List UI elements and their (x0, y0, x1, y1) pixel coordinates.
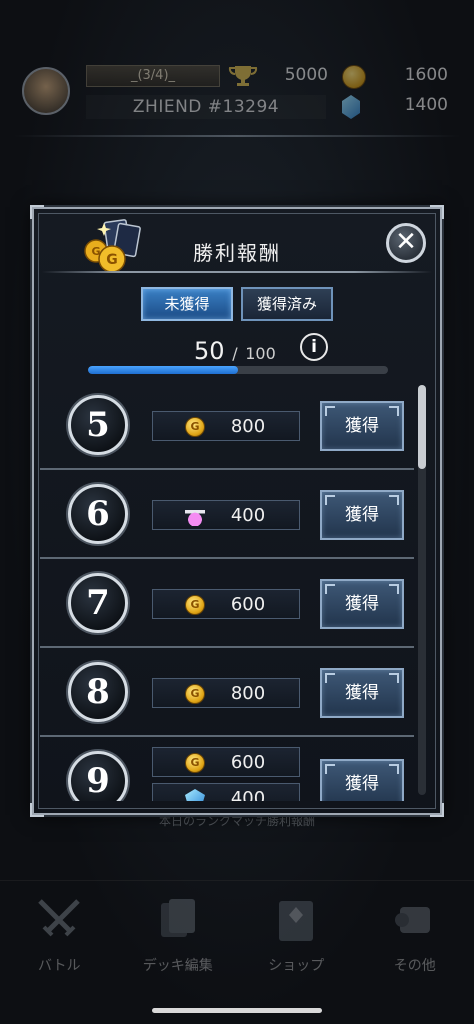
reward-amount: 400 (230, 505, 266, 526)
potion-icon (185, 506, 205, 526)
gold-coin-icon (185, 753, 205, 773)
player-name: ZHIEND #13294 (86, 95, 326, 119)
deck-icon (160, 899, 195, 937)
reward-row: 9 600 400 獲得 (40, 737, 414, 801)
gold-coin-icon (185, 684, 205, 704)
reward-row: 8 800 獲得 (40, 648, 414, 737)
progress-current: 50 (194, 337, 225, 365)
claim-button[interactable]: 獲得 (320, 490, 404, 540)
scroll-icon (394, 907, 430, 933)
frame-corner (430, 205, 444, 219)
reward-amount: 600 (230, 594, 266, 615)
reward-item: 800 (152, 411, 300, 441)
reward-amount: 400 (230, 788, 266, 801)
claim-button[interactable]: 獲得 (320, 759, 404, 801)
trophy-count: 5000 (284, 65, 328, 85)
coin-count: 1600 (404, 65, 448, 85)
home-indicator (152, 1008, 322, 1013)
reward-list[interactable]: 5 800 獲得 6 400 獲得 7 600 獲得 8 800 獲得 9 600 400 獲得 (40, 381, 414, 801)
gold-coin-icon (185, 595, 205, 615)
crossed-swords-icon (38, 899, 81, 937)
win-count-badge: 9 (68, 751, 128, 801)
nav-label: その他 (393, 958, 436, 974)
bottom-nav: バトル デッキ編集 ショップ その他 (0, 880, 474, 980)
progress-fill (88, 366, 238, 374)
player-header: _(3/4)_ 5000 1600 ZHIEND #13294 1400 (0, 55, 474, 145)
blue-gem-icon (185, 789, 205, 801)
gold-coin-icon (342, 65, 366, 89)
reward-amount: 800 (230, 416, 266, 437)
reward-item: 400 (152, 500, 300, 530)
win-count-badge: 5 (68, 395, 128, 455)
reward-item: 400 (152, 783, 300, 801)
reward-row: 5 800 獲得 (40, 381, 414, 470)
frame-corner (30, 803, 44, 817)
win-count-badge: 7 (68, 573, 128, 633)
frame-corner (430, 803, 444, 817)
frame-corner (30, 205, 44, 219)
progress-total: 100 (245, 344, 276, 363)
nav-label: デッキ編集 (142, 958, 213, 974)
gold-coin-icon (185, 417, 205, 437)
shop-icon (279, 901, 314, 941)
blue-gem-icon (342, 95, 360, 119)
nav-item-deck[interactable]: デッキ編集 (119, 881, 238, 980)
reward-tabs: 未獲得 獲得済み (34, 287, 440, 321)
nav-item-battle[interactable]: バトル (0, 881, 119, 980)
close-button[interactable]: ✕ (386, 223, 426, 263)
win-count-badge: 8 (68, 662, 128, 722)
modal-title: 勝利報酬 (193, 241, 281, 265)
claim-button[interactable]: 獲得 (320, 401, 404, 451)
gem-count: 1400 (404, 95, 448, 115)
nav-item-other[interactable]: その他 (356, 881, 474, 980)
win-progress-bar (88, 366, 388, 374)
reward-amount: 600 (230, 752, 266, 773)
reward-row: 6 400 獲得 (40, 470, 414, 559)
tab-claimed[interactable]: 獲得済み (241, 287, 333, 321)
claim-button[interactable]: 獲得 (320, 579, 404, 629)
nav-item-shop[interactable]: ショップ (237, 881, 356, 980)
reward-item: 600 (152, 747, 300, 777)
rank-plate: _(3/4)_ (86, 65, 220, 87)
title-divider (42, 271, 432, 273)
header-divider (14, 135, 460, 137)
info-icon[interactable]: i (300, 333, 328, 361)
progress-separator: / (232, 344, 238, 363)
nav-label: ショップ (268, 958, 325, 974)
nav-label: バトル (38, 958, 81, 974)
reward-list-scrollbar[interactable] (418, 385, 426, 795)
tab-unclaimed[interactable]: 未獲得 (141, 287, 233, 321)
close-icon: ✕ (395, 227, 417, 257)
win-count-badge: 6 (68, 484, 128, 544)
trophy-icon (228, 66, 258, 86)
reward-item: 800 (152, 678, 300, 708)
reward-item: 600 (152, 589, 300, 619)
claim-button[interactable]: 獲得 (320, 668, 404, 718)
avatar (22, 67, 70, 115)
reward-amount: 800 (230, 683, 266, 704)
victory-reward-modal: G G 勝利報酬 ✕ 未獲得 獲得済み 50 / 100 i 5800獲得640… (30, 205, 444, 817)
scroll-thumb[interactable] (418, 385, 426, 469)
reward-row: 7 600 獲得 (40, 559, 414, 648)
win-progress-text: 50 / 100 (194, 337, 276, 365)
